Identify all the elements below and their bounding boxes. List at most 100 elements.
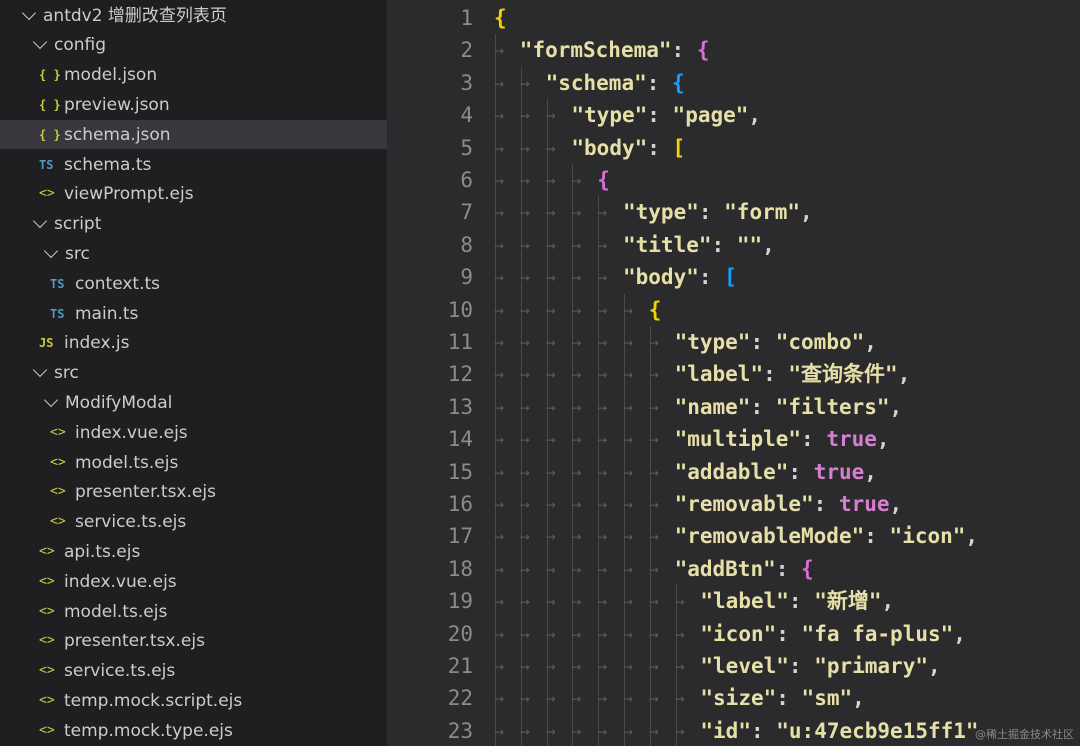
file-item[interactable]: <> presenter.tsx.ejs xyxy=(0,477,387,507)
code-line[interactable]: 5 → → → "body": [ xyxy=(387,131,1080,164)
punctuation: : xyxy=(750,330,776,354)
json-key: "body" xyxy=(571,135,648,160)
tab-marker-icon: → xyxy=(545,692,556,707)
code-file-icon: <> xyxy=(39,603,55,619)
code-text: "type": "combo", xyxy=(675,329,877,355)
line-number: 5 xyxy=(460,135,473,160)
tab-marker-icon: → xyxy=(597,303,608,318)
code-line[interactable]: 23 → → → → → → → → "id": "u:47ecb9e15ff1" xyxy=(387,714,1080,746)
file-item[interactable]: <> index.vue.ejs xyxy=(0,418,387,448)
folder-item[interactable]: ModifyModal xyxy=(0,388,387,418)
json-key: "removableMode" xyxy=(674,524,865,549)
tab-marker-icon: → xyxy=(571,627,582,642)
tab-marker-icon: → xyxy=(494,206,505,221)
file-item[interactable]: <> model.ts.ejs xyxy=(0,448,387,478)
file-item[interactable]: <> presenter.tsx.ejs xyxy=(0,626,387,656)
code-line[interactable]: 18 → → → → → → → "addBtn": { xyxy=(387,552,1080,586)
json-string: "page" xyxy=(672,103,749,128)
json-file-icon: { } xyxy=(39,68,61,83)
file-item[interactable]: <> index.vue.ejs xyxy=(0,567,387,597)
line-number: 17 xyxy=(447,524,473,549)
tab-marker-icon: → xyxy=(545,206,556,221)
folder-item[interactable]: src xyxy=(0,239,387,269)
line-number: 15 xyxy=(447,459,473,484)
code-line[interactable]: 19 → → → → → → → → "label": "新增", xyxy=(387,585,1080,618)
tab-marker-icon: → xyxy=(545,271,556,286)
code-line[interactable]: 16 → → → → → → → "removable": true, xyxy=(387,488,1080,521)
item-label: index.vue.ejs xyxy=(64,571,177,592)
file-item[interactable]: <> service.ts.ejs xyxy=(0,507,387,537)
code-file-icon: <> xyxy=(39,663,55,679)
code-line[interactable]: 3 → → "schema": { xyxy=(387,66,1080,100)
code-line[interactable]: 2 → "formSchema": { xyxy=(387,34,1080,67)
code-line[interactable]: 20 → → → → → → → → "icon": "fa fa-plus", xyxy=(387,617,1080,650)
tab-marker-icon: → xyxy=(545,303,556,318)
code-line[interactable]: 1{ xyxy=(387,2,1080,34)
file-item[interactable]: { } schema.json xyxy=(0,119,387,150)
code-editor[interactable]: @稀土掘金技术社区 1{2 → "formSchema": {3 → → "schema"… xyxy=(387,0,1080,746)
tab-marker-icon: → xyxy=(571,238,582,253)
tab-marker-icon: → xyxy=(494,174,505,188)
tab-marker-icon: → xyxy=(571,336,582,350)
code-line[interactable]: 22 → → → → → → → → "size": "sm", xyxy=(387,682,1080,715)
tab-marker-icon: → xyxy=(623,562,634,577)
line-number: 10 xyxy=(447,297,473,322)
file-item[interactable]: <> viewPrompt.ejs xyxy=(0,179,387,209)
tab-marker-icon: → xyxy=(545,627,556,642)
tab-marker-icon: → xyxy=(674,660,685,674)
code-line[interactable]: 11 → → → → → → → "type": "combo", xyxy=(387,326,1080,359)
json-string: "新增" xyxy=(814,589,882,614)
file-item[interactable]: <> temp.mock.script.ejs xyxy=(0,686,387,716)
tab-marker-icon: → xyxy=(494,368,505,383)
folder-item[interactable]: script xyxy=(0,209,387,239)
file-item[interactable]: <> model.ts.ejs xyxy=(0,597,387,627)
tab-marker-icon: → xyxy=(494,562,505,577)
code-line[interactable]: 13 → → → → → → → "name": "filters", xyxy=(387,390,1080,424)
punctuation: , xyxy=(852,686,865,711)
file-item[interactable]: JS index.js xyxy=(0,328,387,358)
file-item[interactable]: TS context.ts xyxy=(0,269,387,299)
code-text: "name": "filters", xyxy=(675,394,903,420)
file-item[interactable]: { } model.json xyxy=(0,60,387,90)
code-line[interactable]: 9 → → → → → "body": [ xyxy=(387,261,1080,294)
tab-marker-icon: → xyxy=(623,303,634,318)
tab-marker-icon: → xyxy=(648,562,659,577)
code-line[interactable]: 10 → → → → → → { xyxy=(387,293,1080,326)
typescript-file-icon: TS xyxy=(50,306,65,321)
tab-marker-icon: → xyxy=(648,400,659,415)
folder-item[interactable]: config xyxy=(0,30,387,60)
item-label: src xyxy=(54,363,79,384)
tab-marker-icon: → xyxy=(519,271,530,286)
code-text: "size": "sm", xyxy=(700,685,864,711)
folder-item[interactable]: src xyxy=(0,358,387,388)
punctuation: , xyxy=(953,621,966,646)
code-line[interactable]: 12 → → → → → → → "label": "查询条件", xyxy=(387,358,1080,391)
punctuation: , xyxy=(897,362,911,387)
file-item[interactable]: <> service.ts.ejs xyxy=(0,656,387,686)
code-line[interactable]: 17 → → → → → → → "removableMode": "icon", xyxy=(387,520,1080,553)
file-item[interactable]: <> api.ts.ejs xyxy=(0,537,387,567)
punctuation: , xyxy=(864,459,877,484)
file-item[interactable]: <> temp.mock.type.ejs xyxy=(0,716,387,746)
code-text: "label": "查询条件", xyxy=(675,361,911,387)
code-line[interactable]: 6 → → → → { xyxy=(387,164,1080,197)
file-item[interactable]: TS main.ts xyxy=(0,299,387,329)
punctuation: , xyxy=(748,103,762,128)
tab-marker-icon: → xyxy=(519,400,530,415)
code-line[interactable]: 7 → → → → → "type": "form", xyxy=(387,196,1080,229)
typescript-file-icon: TS xyxy=(50,276,65,291)
code-line[interactable]: 4 → → → "type": "page", xyxy=(387,99,1080,132)
file-item[interactable]: TS schema.ts xyxy=(0,150,387,180)
folder-item[interactable]: antdv2 增删改查列表页 xyxy=(0,1,387,31)
typescript-file-icon: TS xyxy=(39,157,54,172)
file-item[interactable]: { } preview.json xyxy=(0,90,387,120)
code-line[interactable]: 21 → → → → → → → → "level": "primary", xyxy=(387,650,1080,683)
code-line[interactable]: 8 → → → → → "title": "", xyxy=(387,228,1080,262)
code-line[interactable]: 15 → → → → → → → "addable": true, xyxy=(387,455,1080,488)
tab-marker-icon: → xyxy=(571,530,582,545)
tab-marker-icon: → xyxy=(597,368,608,383)
json-key: "addable" xyxy=(674,459,789,484)
code-line[interactable]: 14 → → → → → → → "multiple": true, xyxy=(387,423,1080,456)
line-number: 12 xyxy=(447,362,473,387)
line-number: 2 xyxy=(460,38,473,63)
